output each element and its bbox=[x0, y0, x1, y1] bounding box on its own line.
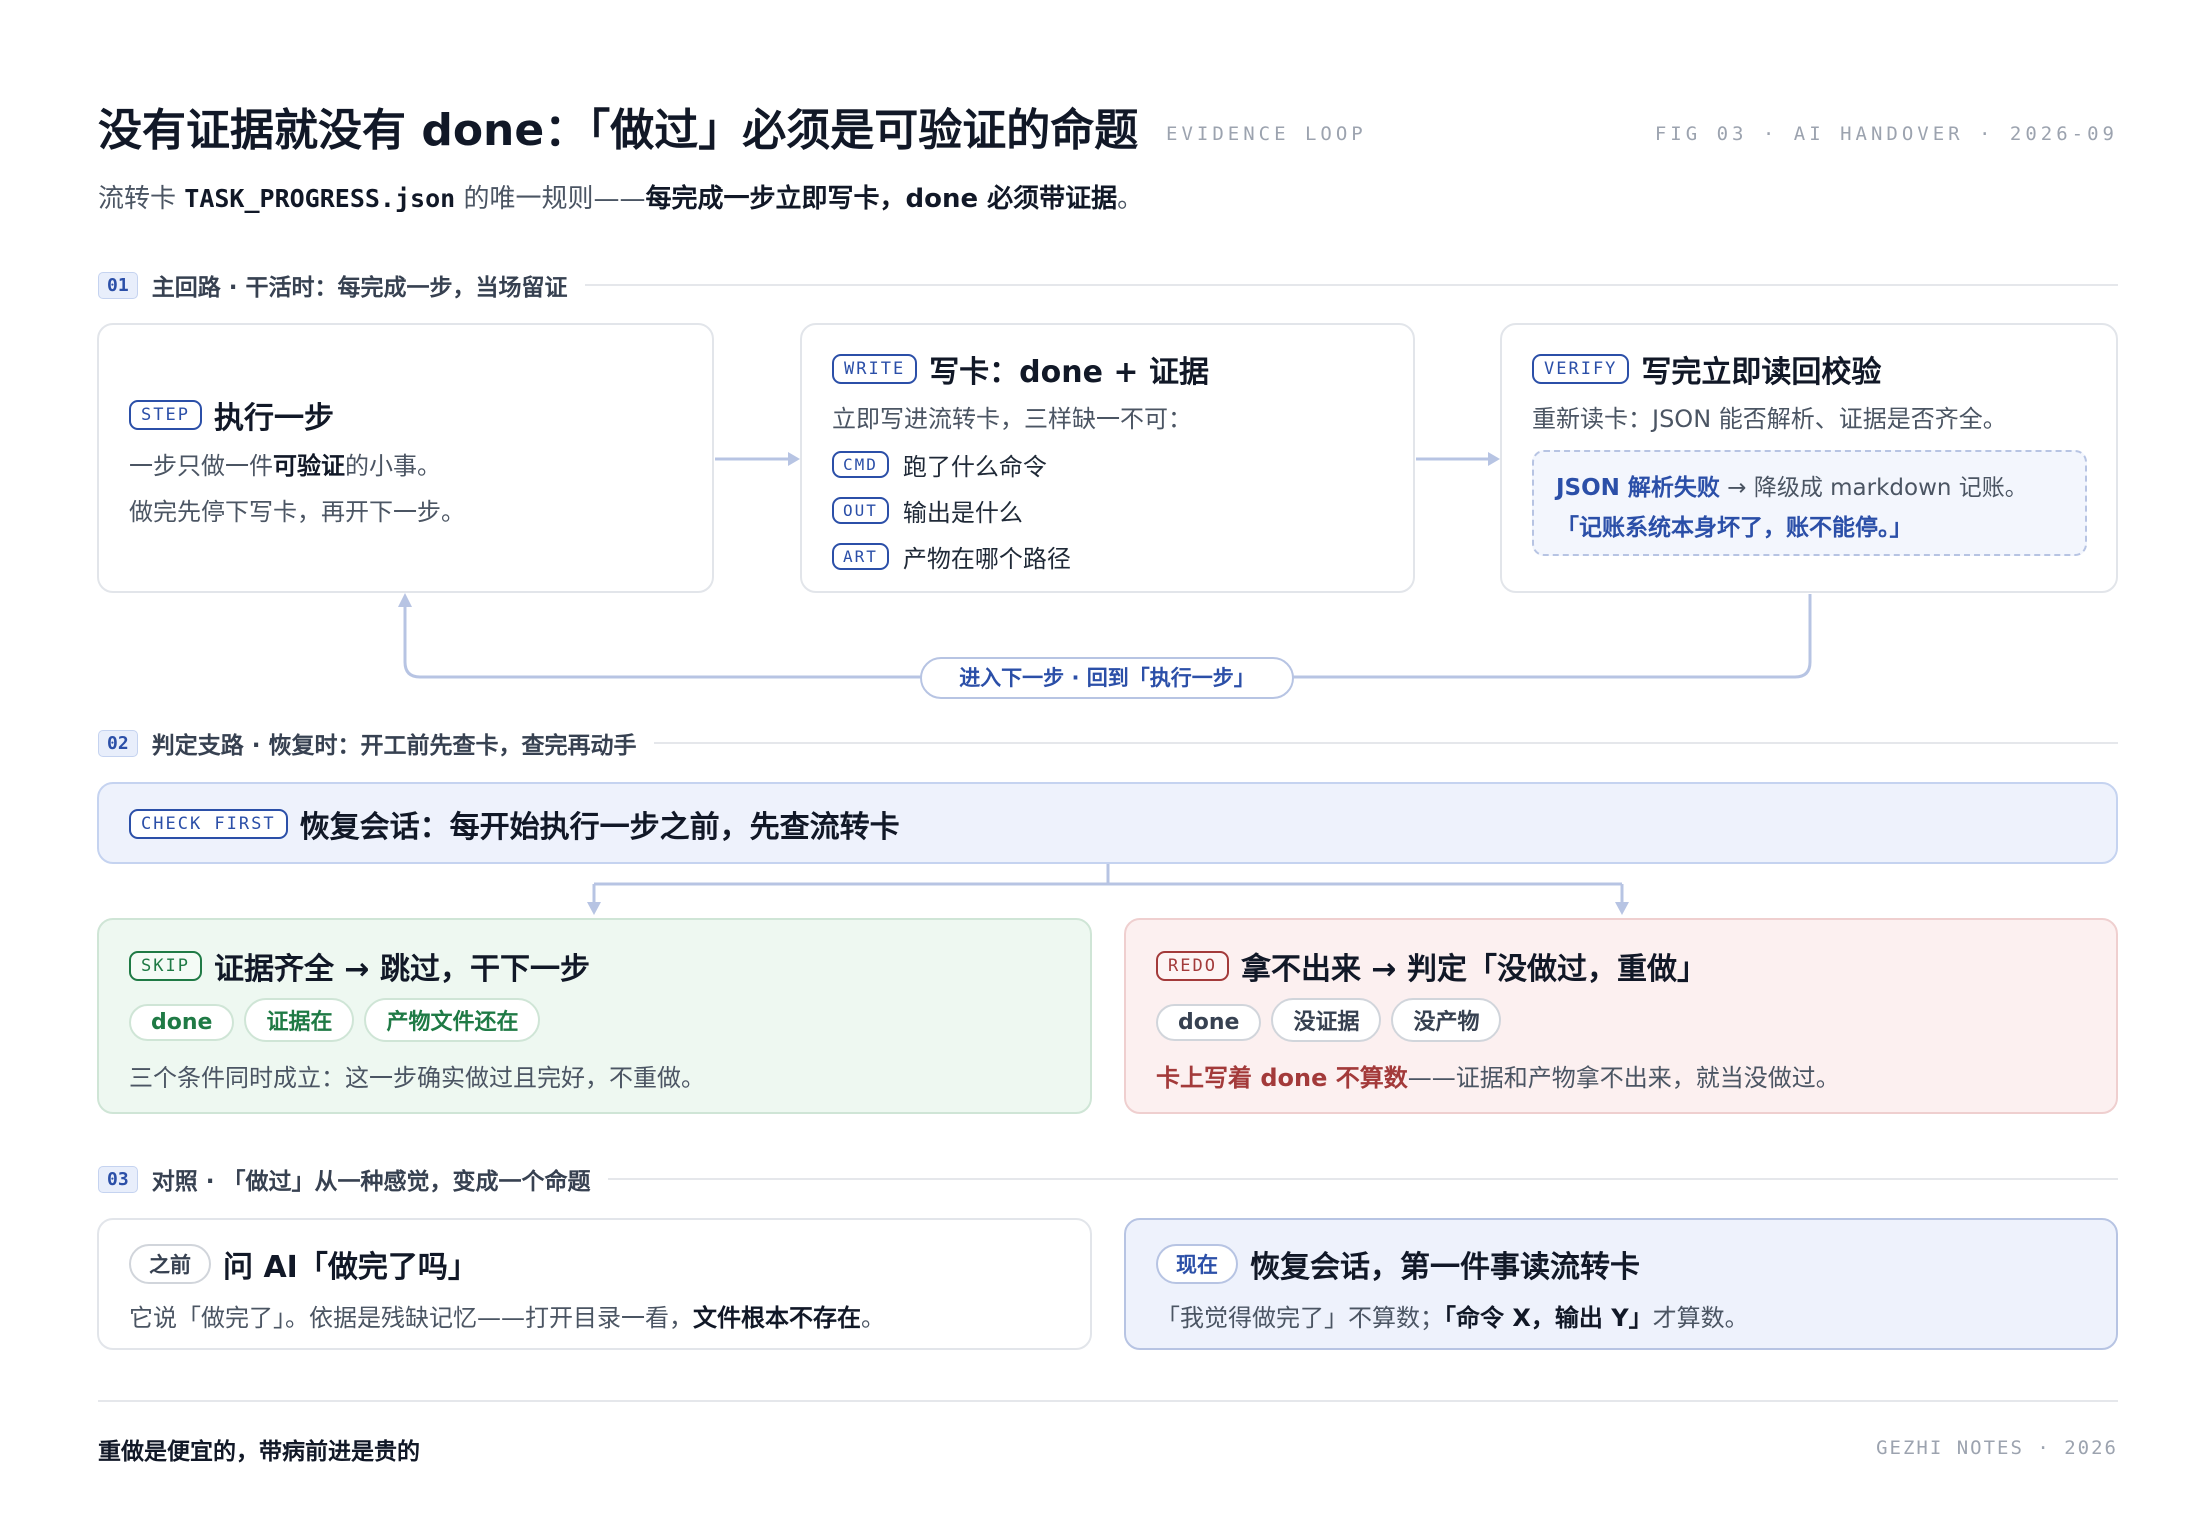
footer-divider bbox=[98, 1400, 2118, 1402]
section-number: 03 bbox=[98, 1165, 138, 1193]
check-first-card: CHECK FIRST 恢复会话：每开始执行一步之前，先查流转卡 bbox=[97, 782, 2118, 864]
main-loop-connectors bbox=[398, 452, 1812, 679]
loop-label: 进入下一步 · 回到「执行一步」 bbox=[920, 657, 1294, 699]
skip-conditions: done 证据在 产物文件还在 bbox=[129, 998, 550, 1042]
footer-credit: GEZHI NOTES · 2026 bbox=[1876, 1437, 2118, 1459]
redo-card: REDO 拿不出来 → 判定「没做过，重做」 done 没证据 没产物 卡上写着 do… bbox=[1124, 918, 2118, 1114]
before-desc: 它说「做完了」。依据是残缺记忆——打开目录一看，文件根本不存在。 bbox=[129, 1304, 885, 1332]
condition-pill: 证据在 bbox=[244, 998, 355, 1042]
now-tag: 现在 bbox=[1156, 1244, 1238, 1284]
section-02-header: 02 判定支路 · 恢复时：开工前先查卡，查完再动手 bbox=[98, 728, 2118, 759]
skip-badge: SKIP bbox=[129, 951, 202, 981]
divider bbox=[608, 1178, 2118, 1180]
check-first-badge: CHECK FIRST bbox=[129, 809, 288, 839]
condition-pill: done bbox=[129, 1004, 235, 1041]
check-first-title: 恢复会话：每开始执行一步之前，先查流转卡 bbox=[299, 810, 900, 845]
before-title: 问 AI「做完了吗」 bbox=[223, 1250, 478, 1285]
section-label: 对照 · 「做过」从一种感觉，变成一个命题 bbox=[151, 1169, 591, 1195]
divider bbox=[654, 742, 2118, 744]
before-card: 之前问 AI「做完了吗」 它说「做完了」。依据是残缺记忆——打开目录一看，文件根… bbox=[97, 1218, 1092, 1350]
condition-pill: 没证据 bbox=[1271, 998, 1382, 1042]
skip-card: SKIP 证据齐全 → 跳过，干下一步 done 证据在 产物文件还在 三个条件同时成… bbox=[97, 918, 1092, 1114]
redo-conditions: done 没证据 没产物 bbox=[1156, 998, 1511, 1042]
footer-motto: 重做是便宜的，带病前进是贵的 bbox=[98, 1439, 420, 1465]
now-desc: 「我觉得做完了」不算数；「命令 X，输出 Y」才算数。 bbox=[1156, 1304, 1749, 1332]
redo-desc: 卡上写着 done 不算数——证据和产物拿不出来，就当没做过。 bbox=[1156, 1064, 1840, 1092]
before-tag: 之前 bbox=[129, 1244, 211, 1284]
now-card: 现在 恢复会话，第一件事读流转卡 「我觉得做完了」不算数；「命令 X，输出 Y」才… bbox=[1124, 1218, 2118, 1350]
skip-title: 证据齐全 → 跳过，干下一步 bbox=[213, 952, 590, 987]
now-title: 恢复会话，第一件事读流转卡 bbox=[1250, 1250, 1640, 1285]
branch-connectors bbox=[587, 864, 1629, 915]
condition-pill: 产物文件还在 bbox=[364, 998, 541, 1042]
condition-pill: 没产物 bbox=[1391, 998, 1502, 1042]
skip-desc: 三个条件同时成立：这一步确实做过且完好，不重做。 bbox=[129, 1064, 705, 1092]
condition-pill: done bbox=[1156, 1004, 1262, 1041]
section-03-header: 03 对照 · 「做过」从一种感觉，变成一个命题 bbox=[98, 1164, 2118, 1195]
redo-badge: REDO bbox=[1156, 951, 1229, 981]
section-number: 02 bbox=[98, 729, 138, 757]
section-label: 判定支路 · 恢复时：开工前先查卡，查完再动手 bbox=[151, 733, 637, 759]
redo-title: 拿不出来 → 判定「没做过，重做」 bbox=[1240, 952, 1707, 987]
